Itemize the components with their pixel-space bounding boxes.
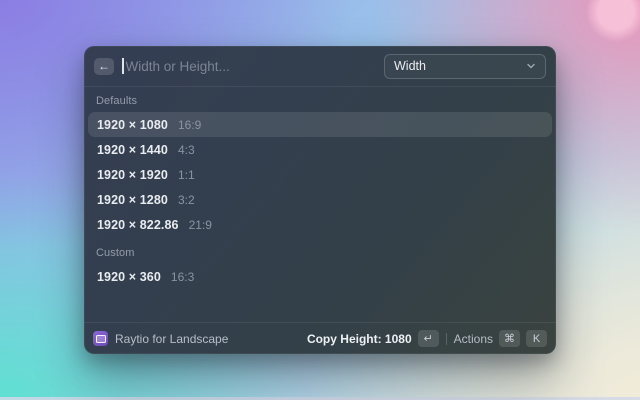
list-item[interactable]: 1920 × 1080 16:9	[88, 112, 552, 137]
cmd-key-badge: ⌘	[499, 330, 520, 347]
search-header: ← Width or Height... Width	[84, 46, 556, 87]
list-item[interactable]: 1920 × 1440 4:3	[88, 137, 552, 162]
list-item[interactable]: 1920 × 1280 3:2	[88, 187, 552, 212]
resolution-label: 1920 × 1440	[97, 142, 168, 157]
actions-menu-button[interactable]: Actions ⌘ K	[454, 330, 547, 347]
dropdown-selected-value: Width	[394, 59, 426, 73]
resolution-label: 1920 × 1280	[97, 192, 168, 207]
app-name: Raytio for Landscape	[115, 331, 229, 346]
back-arrow-icon: ←	[98, 58, 110, 73]
copy-height-action[interactable]: Copy Height: 1080 ↵	[307, 330, 439, 347]
section-label: Defaults	[96, 95, 138, 107]
list-item[interactable]: 1920 × 822.86 21:9	[88, 212, 552, 237]
results-list: Defaults 1920 × 1080 16:9 1920 × 1440 4:3 192…	[84, 87, 556, 322]
enter-key-badge: ↵	[417, 330, 439, 347]
list-item[interactable]: 1920 × 360 16:3	[88, 264, 552, 289]
dimension-mode-dropdown[interactable]: Width	[384, 53, 546, 79]
search-input[interactable]: Width or Height...	[122, 58, 376, 74]
text-caret	[122, 58, 124, 74]
search-placeholder: Width or Height...	[125, 58, 230, 74]
aspect-ratio-label: 16:9	[177, 117, 202, 132]
chevron-down-icon	[527, 63, 535, 69]
section-label: Custom	[96, 247, 135, 259]
raytio-launcher-window: ← Width or Height... Width Defaults 1920 …	[84, 46, 556, 354]
aspect-ratio-label: 16:3	[170, 269, 195, 284]
resolution-label: 1920 × 1920	[97, 167, 168, 182]
resolution-label: 1920 × 822.86	[97, 217, 179, 232]
desktop-wallpaper: ← Width or Height... Width Defaults 1920 …	[0, 0, 640, 400]
actions-label: Actions	[453, 331, 493, 346]
aspect-ratio-label: 3:2	[177, 192, 195, 207]
raytio-app-icon	[93, 331, 108, 346]
aspect-ratio-label: 1:1	[177, 167, 195, 182]
aspect-ratio-label: 4:3	[177, 142, 195, 157]
list-item[interactable]: 1920 × 1920 1:1	[88, 162, 552, 187]
copy-height-label: Copy Height: 1080	[306, 331, 412, 346]
resolution-label: 1920 × 360	[97, 269, 161, 284]
resolution-label: 1920 × 1080	[97, 117, 168, 132]
footer-bar: Raytio for Landscape Copy Height: 1080 ↵…	[84, 322, 556, 354]
k-key-badge: K	[526, 330, 547, 347]
back-button[interactable]: ←	[94, 57, 114, 75]
footer-actions: Copy Height: 1080 ↵ Actions ⌘ K	[307, 330, 547, 347]
aspect-ratio-label: 21:9	[188, 217, 212, 232]
footer-divider	[445, 332, 447, 345]
footer-app-info: Raytio for Landscape	[93, 331, 228, 346]
aspect-ratio-glyph	[95, 334, 106, 343]
